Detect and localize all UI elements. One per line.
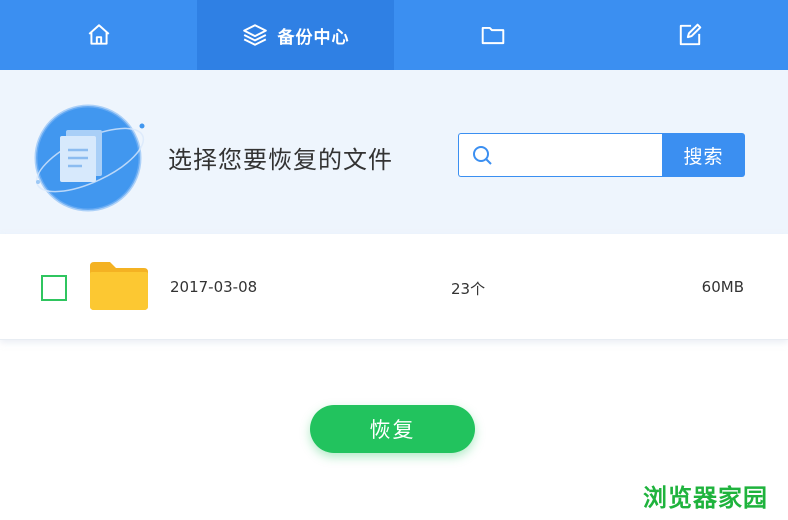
layers-icon bbox=[242, 24, 267, 46]
page-heading: 选择您要恢复的文件 bbox=[168, 146, 393, 174]
top-navigation: 备份中心 bbox=[0, 0, 788, 70]
tab-edit[interactable] bbox=[591, 0, 788, 70]
folder-icon bbox=[90, 262, 148, 310]
table-row[interactable]: 2017-03-08 23个 60MB bbox=[0, 234, 788, 340]
file-size: 60MB bbox=[701, 278, 744, 296]
search-button[interactable]: 搜索 bbox=[662, 133, 745, 177]
tab-backup-center-label: 备份中心 bbox=[277, 27, 350, 48]
tab-backup-center[interactable]: 备份中心 bbox=[197, 0, 394, 70]
search-icon bbox=[473, 146, 492, 165]
tab-home[interactable] bbox=[0, 0, 197, 70]
file-count: 23个 bbox=[451, 280, 486, 298]
restore-button[interactable]: 恢复 bbox=[310, 405, 475, 453]
watermark: 浏览器家园 bbox=[643, 484, 768, 512]
search-input[interactable] bbox=[507, 142, 657, 168]
file-date: 2017-03-08 bbox=[170, 278, 258, 296]
home-icon bbox=[88, 24, 109, 45]
edit-icon bbox=[679, 23, 701, 46]
row-checkbox[interactable] bbox=[41, 275, 67, 301]
search-box bbox=[458, 133, 662, 177]
document-illustration-icon bbox=[34, 104, 145, 212]
folder-icon bbox=[481, 26, 504, 45]
tab-files[interactable] bbox=[394, 0, 591, 70]
